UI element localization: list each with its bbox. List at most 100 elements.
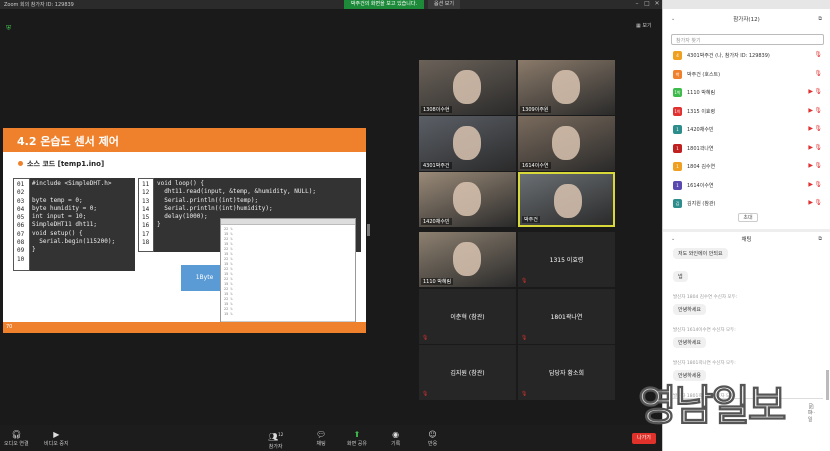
video-button[interactable]: ▶ 비디오 중지 — [44, 430, 69, 447]
avatar: 1이 — [673, 106, 682, 116]
line-number: 08 — [17, 239, 25, 247]
share-arrow-icon: ⬆ — [353, 430, 361, 439]
panel-divider[interactable] — [663, 229, 830, 232]
line-number: 18 — [142, 239, 150, 247]
code-line: void setup() { — [32, 229, 83, 237]
video-off-icon: ▶ — [808, 88, 813, 95]
video-tile[interactable]: 이춘혁 (참관) 🎙︎ — [419, 289, 516, 344]
participant-row[interactable]: 1 1801곽나연 🎙︎ ▶ — [671, 142, 826, 156]
tile-name: 이춘혁 (참관) — [450, 314, 485, 321]
participant-video — [453, 70, 481, 104]
more-options-icon[interactable]: ... — [810, 409, 815, 415]
share-label: 화면 공유 — [347, 441, 367, 447]
video-tile[interactable]: 4301박주건 — [419, 116, 516, 171]
camera-icon: ▶ — [53, 430, 60, 439]
participant-video — [552, 70, 580, 104]
video-tile[interactable]: 박주건 — [518, 172, 615, 227]
page-number: 70 — [6, 324, 13, 330]
splitter-handle[interactable] — [367, 224, 370, 236]
code-line: int input = 10; — [32, 213, 87, 221]
video-tile[interactable]: 1309이주원 — [518, 60, 615, 115]
gallery-view-button[interactable]: ▦ 보기 — [636, 22, 652, 29]
mic-muted-icon: 🎙︎ — [814, 180, 822, 188]
minimize-icon[interactable]: – — [632, 0, 642, 7]
video-tile[interactable]: 1110 박혜림 — [419, 232, 516, 287]
slide-subtitle: 소스 코드 [temp1.ino] — [18, 159, 104, 169]
line-number: 11 — [142, 181, 150, 188]
maximize-icon[interactable]: □ — [642, 0, 652, 7]
mic-muted-icon: 🎙︎ — [814, 162, 822, 169]
line-number: 13 — [142, 197, 150, 205]
participant-row[interactable]: 1 1804 김수연 🎙︎ ▶ — [671, 160, 826, 174]
video-off-icon: ▶ — [808, 125, 813, 132]
participant-video — [453, 182, 481, 216]
participant-row[interactable]: 1 1614이수연 🎙︎ ▶ — [671, 179, 826, 193]
line-number: 17 — [142, 230, 150, 238]
audio-button[interactable]: 🎧︎ 오디오 연결 — [4, 430, 29, 447]
message-sender: 발신자 1614이수연 수신자 모두: — [673, 328, 736, 333]
video-tile[interactable]: 1315 이효령 🎙︎ — [518, 232, 615, 287]
record-button[interactable]: ◉ 기록 — [391, 430, 400, 447]
participant-row[interactable]: 김 김지원 (참관) 🎙︎ ▶ — [671, 197, 826, 211]
reactions-button[interactable]: ☺ 반응 — [428, 430, 437, 447]
chat-title: 채팅 — [741, 237, 752, 243]
record-icon: ◉ — [392, 430, 400, 439]
shield-icon[interactable]: ⛨ — [6, 24, 11, 33]
chat-scrollbar[interactable] — [826, 370, 829, 400]
code-line: byte temp = 0; — [32, 196, 83, 204]
view-options-button[interactable]: 옵션 보기 — [428, 0, 460, 9]
mic-muted-icon: 🎙︎ — [814, 106, 822, 114]
avatar: 1 — [673, 180, 682, 190]
video-off-icon: ▶ — [808, 143, 813, 151]
participant-row[interactable]: 1 1420채수빈 🎙︎ ▶ — [671, 123, 826, 137]
popout-icon[interactable]: ⧉ — [818, 236, 822, 242]
line-number: 16 — [142, 222, 150, 230]
code-line: byte humidity = 0; — [32, 204, 98, 212]
participant-name: 4301박주건 (나, 참가자 ID: 129839) — [687, 53, 770, 59]
share-screen-button[interactable]: ⬆ 화면 공유 — [347, 430, 367, 447]
participant-row[interactable]: 박 박주건 (호스트) 🎙︎ — [671, 68, 826, 82]
code-line: void loop() { — [157, 180, 204, 187]
mic-muted-icon: 🎙︎ — [521, 335, 528, 341]
screen-share-banner: 박주건의 화면을 보고 있습니다. — [344, 0, 424, 9]
code-line: Serial.println((int)temp); — [157, 196, 259, 204]
participant-search-input[interactable]: 참가자 찾기 — [671, 34, 824, 45]
newspaper-watermark: 영남일보 — [638, 381, 788, 431]
slide-header: 4.2 온습도 센서 제어 — [3, 128, 366, 152]
participants-count: 12 — [278, 432, 284, 437]
participant-row[interactable]: 4 4301박주건 (나, 참가자 ID: 129839) 🎙︎ — [671, 49, 826, 63]
title-bar: Zoom 회의 참가자 ID: 129839 박주건의 화면을 보고 있습니다.… — [0, 0, 662, 9]
mic-muted-icon: 🎙︎ — [814, 88, 822, 95]
serial-monitor-output: 22 % 15 % 22 % 15 % 22 % 15 % 22 % 15 % 22 % 15 %… — [221, 225, 355, 319]
video-tile[interactable]: 1420채수빈 — [419, 172, 516, 227]
mic-muted-icon: 🎙︎ — [814, 125, 822, 132]
popout-icon[interactable]: ⧉ — [818, 16, 822, 22]
window-controls: – □ ✕ — [632, 0, 662, 7]
participant-name: 1110 박혜림 — [687, 90, 716, 96]
video-tile[interactable]: 1801곽나연 🎙︎ — [518, 289, 615, 344]
participant-row[interactable]: 1이 1315 이효령 🎙︎ ▶ — [671, 105, 826, 119]
line-number: 05 — [17, 214, 25, 222]
tile-name: 1614이수연 — [520, 162, 551, 169]
participants-button[interactable]: 👥︎12 참가자 — [268, 430, 283, 450]
code-line: Serial.println((int)humidity); — [157, 204, 273, 212]
file-button[interactable]: 📄︎ 파일 ... — [808, 404, 819, 423]
chat-button[interactable]: 💬︎ 채팅 — [316, 430, 326, 447]
line-number: 14 — [142, 205, 150, 213]
participant-row[interactable]: 1박 1110 박혜림 🎙︎ ▶ — [671, 86, 826, 100]
video-tile[interactable]: 담당자 황소희 🎙︎ — [518, 345, 615, 400]
avatar: 1 — [673, 125, 682, 134]
close-icon[interactable]: ✕ — [652, 0, 662, 7]
video-tile[interactable]: 김지원 (참관) 🎙︎ — [419, 345, 516, 400]
participant-name: 박주건 (호스트) — [687, 71, 721, 78]
video-tile[interactable]: 1308이수현 — [419, 60, 516, 115]
video-tile[interactable]: 1614이수연 — [518, 116, 615, 171]
line-number: 09 — [17, 247, 25, 255]
leave-button[interactable]: 나가기 — [632, 433, 656, 444]
code-line: #include <SimpleDHT.h> — [32, 180, 112, 187]
participant-video — [552, 126, 580, 160]
invite-button[interactable]: 초대 — [738, 213, 758, 222]
line-number: 06 — [17, 222, 25, 230]
mic-muted-icon: 🎙︎ — [814, 199, 822, 206]
